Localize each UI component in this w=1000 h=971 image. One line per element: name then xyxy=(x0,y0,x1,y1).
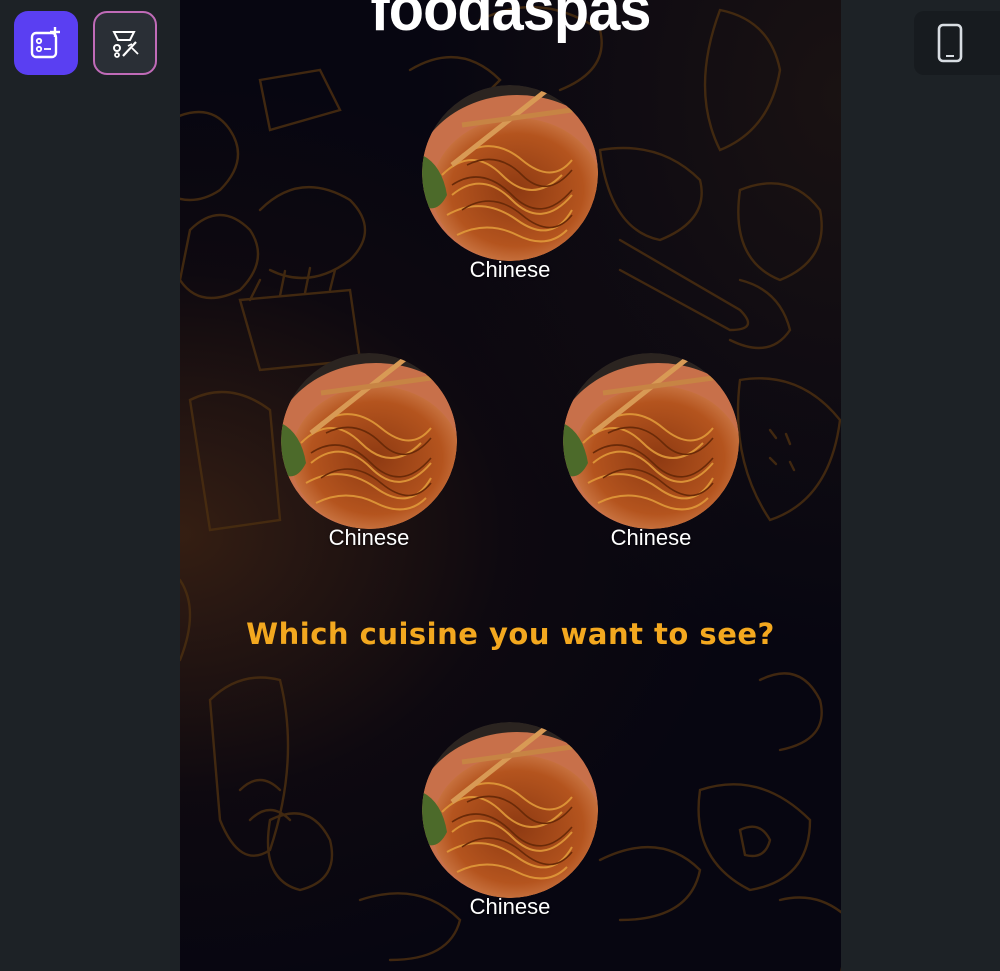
cuisine-label: Chinese xyxy=(610,525,692,550)
cuisine-card[interactable]: Chinese xyxy=(561,353,741,551)
add-screen-icon xyxy=(30,27,60,59)
noodle-dish-image xyxy=(422,85,598,261)
smartphone-icon xyxy=(937,23,963,63)
noodle-dish-image xyxy=(563,353,739,529)
noodle-dish-image xyxy=(422,722,598,898)
cuisine-card[interactable]: Chinese xyxy=(420,85,600,283)
add-screen-button[interactable] xyxy=(14,11,78,75)
cuisine-label: Chinese xyxy=(469,257,551,282)
magic-edit-button[interactable] xyxy=(93,11,157,75)
cuisine-question: Which cuisine you want to see? xyxy=(246,617,775,651)
phone-preview: foodaspas Chinese Chinese Chinese Which … xyxy=(180,0,841,971)
magic-edit-icon xyxy=(112,31,139,58)
noodle-dish-image xyxy=(281,353,457,529)
app-title: foodaspas xyxy=(370,0,652,44)
cuisine-label: Chinese xyxy=(328,525,410,550)
device-preview-button[interactable] xyxy=(914,11,1000,75)
cuisine-label: Chinese xyxy=(469,894,551,919)
cuisine-card[interactable]: Chinese xyxy=(279,353,459,551)
cuisine-card[interactable]: Chinese xyxy=(420,722,600,920)
